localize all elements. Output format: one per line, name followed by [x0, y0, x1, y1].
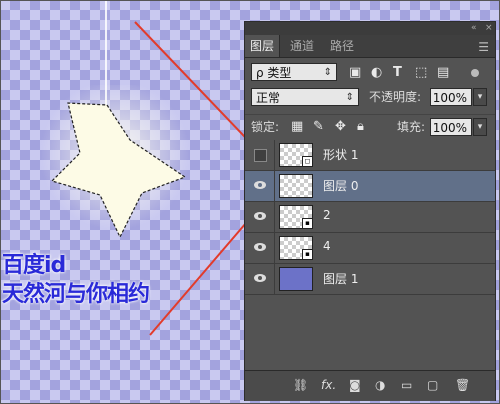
hidden-box-icon: [254, 149, 267, 162]
visibility-toggle[interactable]: [245, 202, 275, 232]
filter-row: ρ 类型 ⇕ ▣ ◐ T ⬚ ▤: [245, 59, 495, 85]
double-chevron-left-icon[interactable]: «: [471, 22, 477, 35]
adjustment-filter-icon[interactable]: ◐: [371, 65, 382, 81]
link-icon[interactable]: ⛓: [293, 378, 308, 392]
layer-row-layer0[interactable]: 图层 0: [245, 171, 495, 202]
lock-row: 锁定: ▦ ✎ ✥ 🔒︎ 填充: 100% ▾: [245, 114, 495, 139]
chevron-updown-icon: ⇕: [323, 67, 332, 78]
tab-channels[interactable]: 通道: [285, 35, 319, 57]
layer-row-2[interactable]: ▪ 2: [245, 202, 495, 233]
new-layer-icon[interactable]: ▢: [427, 378, 438, 392]
layer-name: 2: [323, 208, 331, 222]
blend-mode-value: 正常: [256, 91, 281, 105]
layer-thumbnail: ◻: [279, 143, 313, 167]
chevron-updown-icon: ⇕: [345, 92, 354, 103]
trash-icon[interactable]: 🗑︎: [455, 378, 470, 392]
fx-icon[interactable]: fx.: [321, 378, 336, 392]
fill-dropdown-button[interactable]: ▾: [473, 118, 487, 136]
lock-paint-icon[interactable]: ✎: [313, 119, 324, 135]
visibility-toggle[interactable]: [245, 140, 275, 170]
adjustment-icon[interactable]: ◑: [375, 378, 385, 392]
lock-all-icon[interactable]: 🔒︎: [357, 119, 364, 135]
close-icon[interactable]: ×: [485, 22, 493, 35]
panel-tabs: 图层 通道 路径 ☰: [245, 35, 495, 58]
layer-list: ◻ 形状 1 图层 0 ▪ 2 ▪ 4 图层 1: [245, 140, 495, 296]
tab-layers[interactable]: 图层: [245, 35, 281, 57]
opacity-dropdown-button[interactable]: ▾: [473, 88, 487, 106]
fill-input[interactable]: 100%: [430, 118, 472, 136]
layer-row-4[interactable]: ▪ 4: [245, 233, 495, 264]
layer-thumbnail: ▪: [279, 205, 313, 229]
visibility-toggle[interactable]: [245, 233, 275, 263]
shape-badge-icon: ◻: [302, 156, 313, 167]
type-filter-icon[interactable]: T: [393, 65, 402, 81]
eye-icon: [254, 274, 266, 282]
lock-move-icon[interactable]: ✥: [335, 119, 346, 135]
eye-icon: [254, 243, 266, 251]
smart-object-badge-icon: ▪: [302, 249, 313, 260]
filter-type-select[interactable]: ρ 类型 ⇕: [251, 63, 337, 81]
panel-menu-icon[interactable]: ☰: [478, 40, 489, 54]
panel-footer: ⛓ fx. ◙ ◑ ▭ ▢ 🗑︎: [245, 370, 495, 401]
shape-filter-icon[interactable]: ⬚: [415, 65, 427, 81]
smart-object-badge-icon: ▪: [302, 218, 313, 229]
filter-toggle-icon[interactable]: [471, 69, 479, 77]
opacity-label: 不透明度:: [369, 90, 422, 104]
layer-thumbnail: ▪: [279, 236, 313, 260]
layers-panel: « × 图层 通道 路径 ☰ ρ 类型 ⇕ ▣ ◐ T ⬚ ▤ 正常 ⇕ 不透明…: [245, 22, 495, 401]
eye-icon: [254, 212, 266, 220]
image-filter-icon[interactable]: ▣: [349, 65, 361, 81]
lock-label: 锁定:: [251, 120, 280, 134]
tab-paths[interactable]: 路径: [325, 35, 359, 57]
visibility-toggle[interactable]: [245, 171, 275, 201]
folder-icon[interactable]: ▭: [401, 378, 412, 392]
layer-name: 形状 1: [323, 148, 359, 162]
fill-label: 填充:: [397, 120, 426, 134]
layer-name: 图层 0: [323, 179, 359, 193]
lock-transparent-icon[interactable]: ▦: [291, 119, 303, 135]
eye-icon: [254, 181, 266, 189]
blend-row: 正常 ⇕ 不透明度: 100% ▾: [245, 87, 495, 111]
layer-row-shape1[interactable]: ◻ 形状 1: [245, 140, 495, 171]
visibility-toggle[interactable]: [245, 264, 275, 294]
layer-thumbnail: [279, 174, 313, 198]
opacity-input[interactable]: 100%: [430, 88, 472, 106]
blend-mode-select[interactable]: 正常 ⇕: [251, 88, 359, 106]
layer-thumbnail: [279, 267, 313, 291]
panel-titlebar[interactable]: « ×: [245, 22, 495, 35]
smart-object-filter-icon[interactable]: ▤: [437, 65, 449, 81]
layer-name: 4: [323, 239, 331, 253]
layer-name: 图层 1: [323, 272, 359, 286]
filter-type-label: ρ 类型: [256, 66, 292, 80]
layer-row-layer1[interactable]: 图层 1: [245, 264, 495, 295]
mask-icon[interactable]: ◙: [349, 378, 361, 392]
